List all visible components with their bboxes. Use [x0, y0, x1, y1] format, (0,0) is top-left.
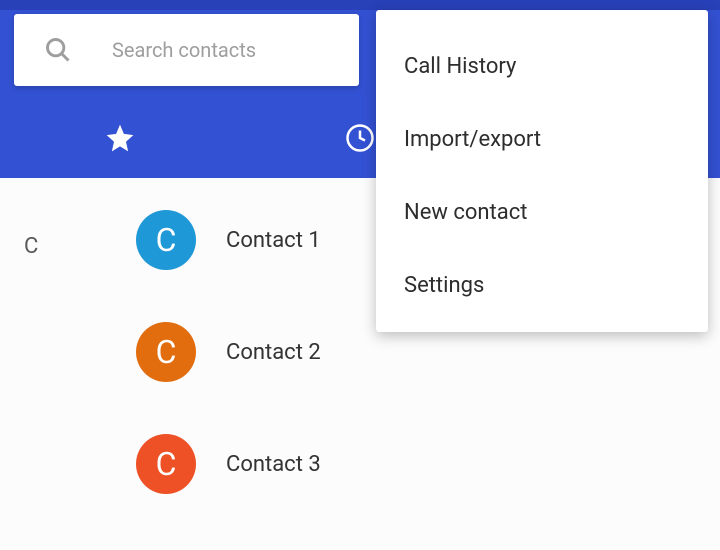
menu-item-new-contact[interactable]: New contact [376, 176, 708, 249]
contact-name: Contact 1 [226, 228, 321, 253]
star-icon [104, 122, 136, 158]
overflow-menu: Call History Import/export New contact S… [376, 10, 708, 332]
contact-row[interactable]: C Contact 1 [136, 210, 321, 270]
contact-name: Contact 2 [226, 340, 321, 365]
avatar: C [136, 322, 196, 382]
avatar: C [136, 434, 196, 494]
contact-row[interactable]: C Contact 2 [136, 322, 321, 382]
menu-item-import-export[interactable]: Import/export [376, 103, 708, 176]
avatar: C [136, 210, 196, 270]
clock-icon [345, 123, 375, 157]
menu-item-call-history[interactable]: Call History [376, 30, 708, 103]
contact-row[interactable]: C Contact 3 [136, 434, 321, 494]
tab-favorites[interactable] [0, 122, 240, 158]
search-icon [44, 36, 72, 64]
menu-item-settings[interactable]: Settings [376, 249, 708, 322]
search-placeholder: Search contacts [112, 38, 256, 62]
section-letter: C [24, 234, 38, 259]
contact-list: C Contact 1 C Contact 2 C Contact 3 [136, 210, 321, 494]
search-bar[interactable]: Search contacts [14, 14, 359, 86]
contact-name: Contact 3 [226, 452, 321, 477]
